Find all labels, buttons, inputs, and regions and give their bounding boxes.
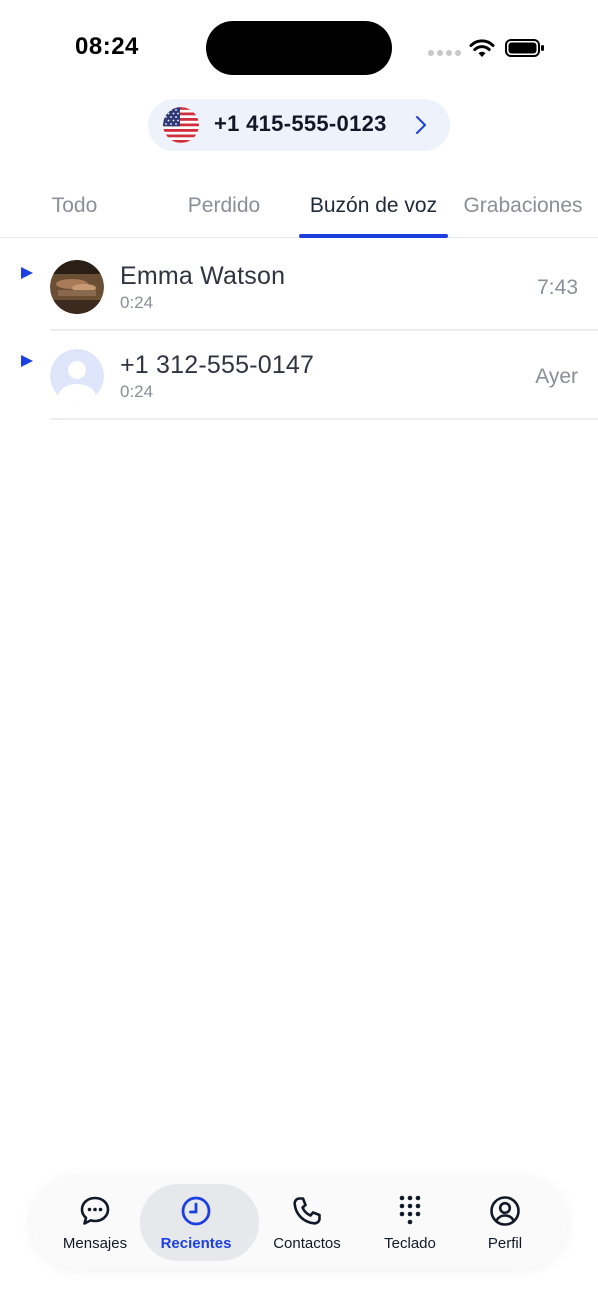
signal-icon (428, 50, 461, 56)
nav-contactos[interactable]: Contactos (252, 1176, 362, 1268)
row-divider (50, 418, 598, 420)
nav-label: Teclado (384, 1235, 436, 1252)
phone-icon (293, 1197, 321, 1225)
nav-mensajes[interactable]: Mensajes (40, 1176, 150, 1268)
app-screen: 08:24 +1 415-555-0123 Todo Perdido Buzón… (0, 0, 598, 1300)
tab-todo[interactable]: Todo (0, 194, 149, 218)
tab-grabaciones[interactable]: Grabaciones (448, 194, 598, 218)
nav-perfil[interactable]: Perfil (450, 1176, 560, 1268)
voicemail-duration: 0:24 (120, 382, 154, 401)
nav-label: Mensajes (62, 1235, 128, 1252)
nav-label: Contactos (273, 1235, 341, 1252)
voicemail-row[interactable]: +1 312-555-0147 0:24 Ayer (0, 331, 598, 420)
nav-label: Recientes (160, 1235, 232, 1252)
contact-avatar (50, 260, 104, 314)
phone-number-selector[interactable]: +1 415-555-0123 (148, 99, 450, 151)
tab-perdido[interactable]: Perdido (149, 194, 299, 218)
clock-icon (181, 1196, 211, 1226)
voicemail-row[interactable]: Emma Watson 0:24 7:43 (0, 242, 598, 331)
voicemail-time: Ayer (535, 365, 578, 388)
nav-teclado[interactable]: Teclado (355, 1176, 465, 1268)
play-icon[interactable] (21, 267, 33, 279)
profile-icon (490, 1196, 520, 1226)
contact-name: Emma Watson (120, 262, 286, 290)
dynamic-island (206, 21, 392, 75)
filter-tabs: Todo Perdido Buzón de voz Grabaciones (0, 180, 598, 238)
us-flag-icon (163, 107, 199, 143)
chat-bubble-icon (80, 1196, 110, 1225)
battery-icon (505, 39, 544, 57)
active-tab-indicator (299, 234, 448, 238)
tab-buzon-de-voz[interactable]: Buzón de voz (299, 194, 448, 218)
status-time: 08:24 (75, 33, 139, 60)
voicemail-time: 7:43 (537, 276, 578, 299)
keypad-icon (399, 1195, 421, 1225)
bottom-navigation: Mensajes Recientes Contactos Teclado Per… (31, 1176, 567, 1268)
caller-number: +1 312-555-0147 (120, 351, 315, 379)
play-icon[interactable] (21, 355, 33, 367)
chevron-right-icon (416, 116, 426, 134)
nav-label: Perfil (487, 1235, 523, 1252)
wifi-icon (469, 39, 495, 57)
nav-recientes[interactable]: Recientes (140, 1176, 259, 1268)
voicemail-duration: 0:24 (120, 293, 154, 312)
current-phone-number: +1 415-555-0123 (214, 111, 387, 136)
default-avatar-icon (50, 349, 104, 403)
